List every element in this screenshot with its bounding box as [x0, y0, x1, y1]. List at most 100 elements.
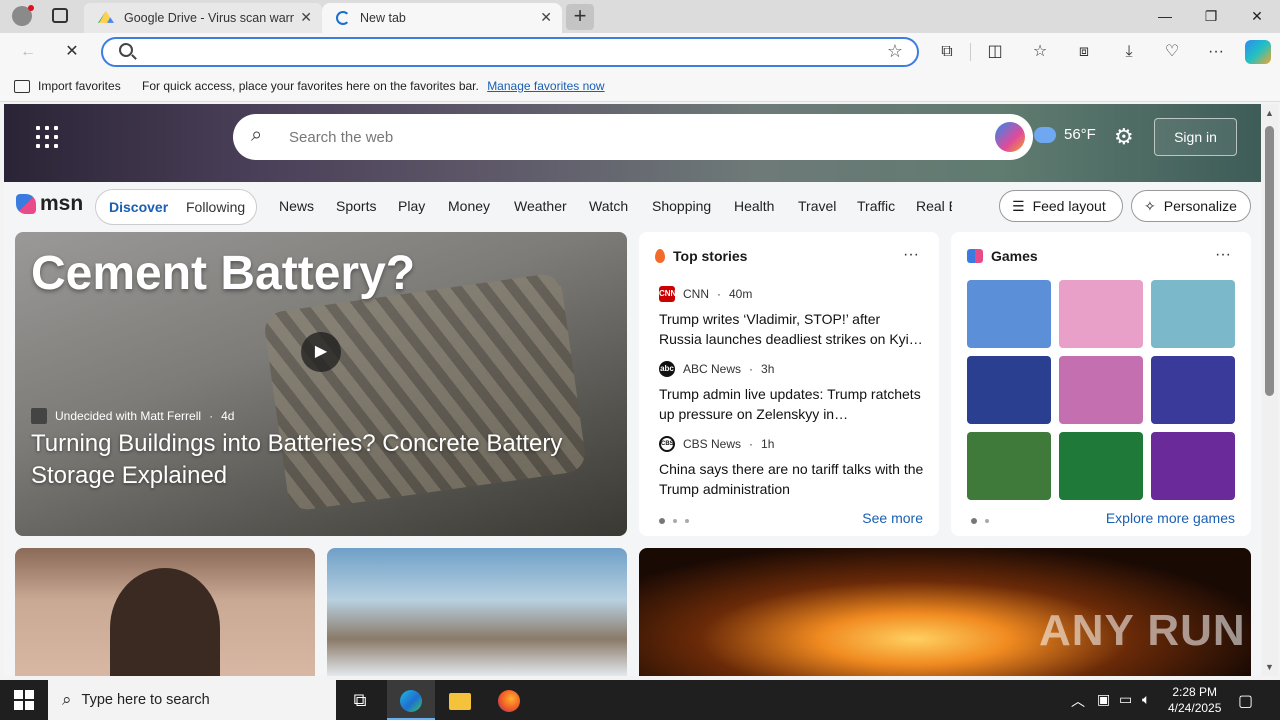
scrollbar-thumb[interactable] — [1265, 126, 1274, 396]
close-tab-icon[interactable]: ✕ — [300, 9, 312, 26]
story-title[interactable]: Turning Buildings into Batteries? Concre… — [31, 428, 611, 492]
game-tile[interactable] — [1059, 432, 1143, 500]
volume-icon[interactable]: 🔈︎ — [1142, 691, 1150, 708]
extensions-icon[interactable]: ⧉ — [935, 40, 959, 64]
copilot-icon[interactable] — [1245, 40, 1271, 64]
firefox-app-icon[interactable] — [485, 680, 533, 720]
story-item[interactable]: abc ABC News · 3h Trump admin live updates… — [659, 361, 924, 424]
nav-watch[interactable]: Watch — [589, 198, 628, 214]
network-icon[interactable]: ▭ — [1119, 691, 1132, 708]
address-input[interactable] — [149, 43, 849, 63]
notifications-icon[interactable]: ▢ — [1238, 691, 1253, 711]
favorites-icon[interactable]: ☆ — [1028, 40, 1052, 64]
story-source: Undecided with Matt Ferrell — [55, 409, 202, 423]
collections-icon[interactable]: ⧈ — [1072, 40, 1096, 64]
task-view-icon[interactable]: ⧉ — [336, 680, 384, 720]
file-explorer-icon[interactable] — [436, 680, 484, 720]
game-promo-card[interactable] — [327, 548, 627, 676]
cbs-news-logo-icon: CBS — [659, 436, 675, 452]
carousel-dots[interactable] — [659, 518, 689, 524]
msn-search-box[interactable]: ⌕ Search the web — [233, 114, 1033, 160]
tab-discover[interactable]: Discover — [109, 199, 168, 215]
play-video-icon[interactable]: ▶ — [301, 332, 341, 372]
portrait-image — [110, 568, 220, 676]
anyrun-watermark: ANY RUN — [1039, 606, 1246, 655]
game-tile[interactable] — [1151, 356, 1235, 424]
msn-logo[interactable]: msn — [16, 192, 83, 216]
close-tab-icon[interactable]: ✕ — [540, 9, 552, 26]
more-options-icon[interactable]: ··· — [1215, 246, 1231, 264]
favorite-star-icon[interactable]: ☆ — [887, 41, 903, 62]
nav-money[interactable]: Money — [448, 198, 490, 214]
browser-essentials-icon[interactable]: ♡ — [1160, 40, 1184, 64]
main-story-card[interactable]: Cement Battery? ▶ Undecided with Matt Fe… — [15, 232, 627, 536]
msn-header-background: ⌕ Search the web 56°F ⚙ Sign in — [4, 104, 1261, 182]
sliders-icon: ☰ — [1012, 197, 1025, 214]
weather-widget[interactable]: 56°F — [1034, 126, 1096, 143]
story-age: 40m — [729, 287, 753, 301]
game-tile[interactable] — [967, 432, 1051, 500]
game-tile[interactable] — [1059, 356, 1143, 424]
meta-separator: · — [717, 287, 721, 301]
game-tile[interactable] — [1151, 432, 1235, 500]
show-hidden-icons[interactable]: ︿ — [1071, 691, 1085, 711]
nav-news[interactable]: News — [279, 198, 314, 214]
news-card-portrait[interactable] — [15, 548, 315, 676]
security-tray-icon[interactable]: ▣ — [1097, 691, 1110, 708]
edge-app-icon[interactable] — [387, 680, 435, 720]
feed-layout-button[interactable]: ☰ Feed layout — [999, 190, 1123, 222]
close-window-button[interactable]: ✕ — [1234, 0, 1280, 32]
tab-title: New tab — [360, 11, 406, 25]
app-launcher-icon[interactable] — [36, 126, 58, 148]
tab-following[interactable]: Following — [186, 199, 245, 215]
new-tab-button[interactable]: + — [566, 4, 594, 30]
windows-start-icon[interactable] — [14, 690, 34, 710]
flame-icon — [655, 249, 665, 263]
taskbar-search-box[interactable]: ⌕ Type here to search — [48, 680, 336, 720]
more-options-icon[interactable]: ··· — [903, 246, 919, 264]
downloads-icon[interactable]: ⤓ — [1117, 40, 1141, 64]
settings-more-icon[interactable]: ··· — [1204, 40, 1228, 64]
split-screen-icon[interactable]: ◫ — [983, 40, 1007, 64]
nav-play[interactable]: Play — [398, 198, 425, 214]
nav-traffic[interactable]: Traffic — [857, 198, 895, 214]
scroll-down-icon[interactable]: ▼ — [1265, 662, 1274, 672]
stop-loading-icon[interactable]: ✕ — [60, 40, 84, 64]
game-tile[interactable] — [967, 280, 1051, 348]
sign-in-button[interactable]: Sign in — [1154, 118, 1237, 156]
tab-google-drive[interactable]: Google Drive - Virus scan warning ✕ — [84, 3, 322, 33]
game-tile[interactable] — [967, 356, 1051, 424]
minimize-button[interactable]: — — [1142, 0, 1188, 32]
explore-more-games-link[interactable]: Explore more games — [1106, 510, 1235, 526]
copilot-search-icon[interactable] — [995, 122, 1025, 152]
msn-search-placeholder: Search the web — [289, 129, 394, 146]
nav-travel[interactable]: Travel — [798, 198, 836, 214]
page-settings-icon[interactable]: ⚙ — [1114, 124, 1134, 150]
page-scrollbar[interactable]: ▲ ▼ — [1262, 104, 1278, 676]
back-arrow-icon[interactable]: ← — [16, 40, 40, 64]
search-icon-handle — [131, 54, 137, 60]
game-tile[interactable] — [1151, 280, 1235, 348]
restore-button[interactable]: ❐ — [1188, 0, 1234, 32]
see-more-link[interactable]: See more — [862, 510, 923, 526]
address-bar[interactable]: ☆ — [101, 37, 919, 67]
edge-icon — [400, 690, 422, 713]
story-item[interactable]: CBS CBS News · 1h China says there are no … — [659, 436, 924, 499]
game-tile[interactable] — [1059, 280, 1143, 348]
search-icon: ⌕ — [251, 124, 263, 146]
scroll-up-icon[interactable]: ▲ — [1265, 108, 1274, 118]
meta-separator: · — [749, 362, 754, 376]
manage-favorites-link[interactable]: Manage favorites now — [487, 79, 604, 93]
tab-new-tab[interactable]: New tab ✕ — [322, 3, 562, 33]
nav-real-estate[interactable]: Real E — [916, 198, 952, 214]
nav-sports[interactable]: Sports — [336, 198, 376, 214]
nav-weather[interactable]: Weather — [514, 198, 567, 214]
nav-health[interactable]: Health — [734, 198, 774, 214]
tab-actions-icon[interactable] — [52, 8, 68, 23]
story-item[interactable]: CNN CNN · 40m Trump writes ‘Vladimir, STOP… — [659, 286, 924, 349]
personalize-button[interactable]: ✧ Personalize — [1131, 190, 1251, 222]
import-favorites-button[interactable]: Import favorites — [14, 79, 121, 93]
nav-shopping[interactable]: Shopping — [652, 198, 711, 214]
carousel-dots[interactable] — [971, 518, 989, 524]
taskbar-clock[interactable]: 2:28 PM 4/24/2025 — [1168, 684, 1221, 716]
